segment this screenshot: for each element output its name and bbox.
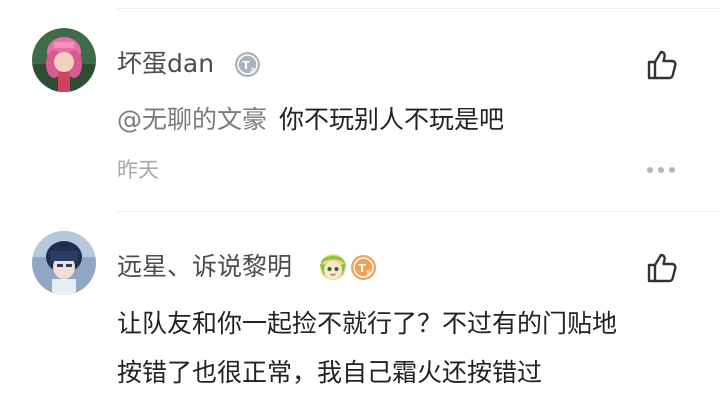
- comment-body: 你不玩别人不玩是吧: [279, 105, 505, 134]
- svg-text:3: 3: [250, 66, 255, 74]
- mention-link[interactable]: @无聊的文豪: [117, 105, 267, 134]
- thumbs-up-icon[interactable]: [645, 251, 679, 285]
- comment-text-line: 按错了也很正常，我自己霜火还按错过: [117, 358, 543, 387]
- top-divider: [117, 8, 720, 9]
- avatar[interactable]: [32, 231, 96, 295]
- anime-face-emoji-icon: [320, 254, 346, 280]
- gray-level-badge-icon: T 3: [235, 52, 260, 77]
- thumbs-up-icon[interactable]: [645, 48, 679, 82]
- comment-list: 坏蛋dan T 3 @无聊的文豪 你不玩别人不玩是吧 昨天 远星、诉说黎明 T …: [0, 0, 720, 404]
- comment-text-line: 让队友和你一起捡不就行了？不过有的门贴地: [117, 309, 618, 338]
- username[interactable]: 远星、诉说黎明: [117, 252, 292, 282]
- svg-text:T: T: [358, 262, 366, 275]
- orange-level-badge-icon: T 5: [351, 255, 376, 280]
- ellipsis-icon[interactable]: [646, 165, 676, 175]
- svg-text:5: 5: [366, 269, 371, 277]
- comment-text: @无聊的文豪 你不玩别人不玩是吧: [117, 105, 504, 135]
- avatar[interactable]: [32, 28, 96, 92]
- comment-time: 昨天: [117, 158, 159, 182]
- comment-divider: [117, 211, 720, 212]
- svg-text:T: T: [242, 59, 250, 72]
- username[interactable]: 坏蛋dan: [117, 49, 214, 79]
